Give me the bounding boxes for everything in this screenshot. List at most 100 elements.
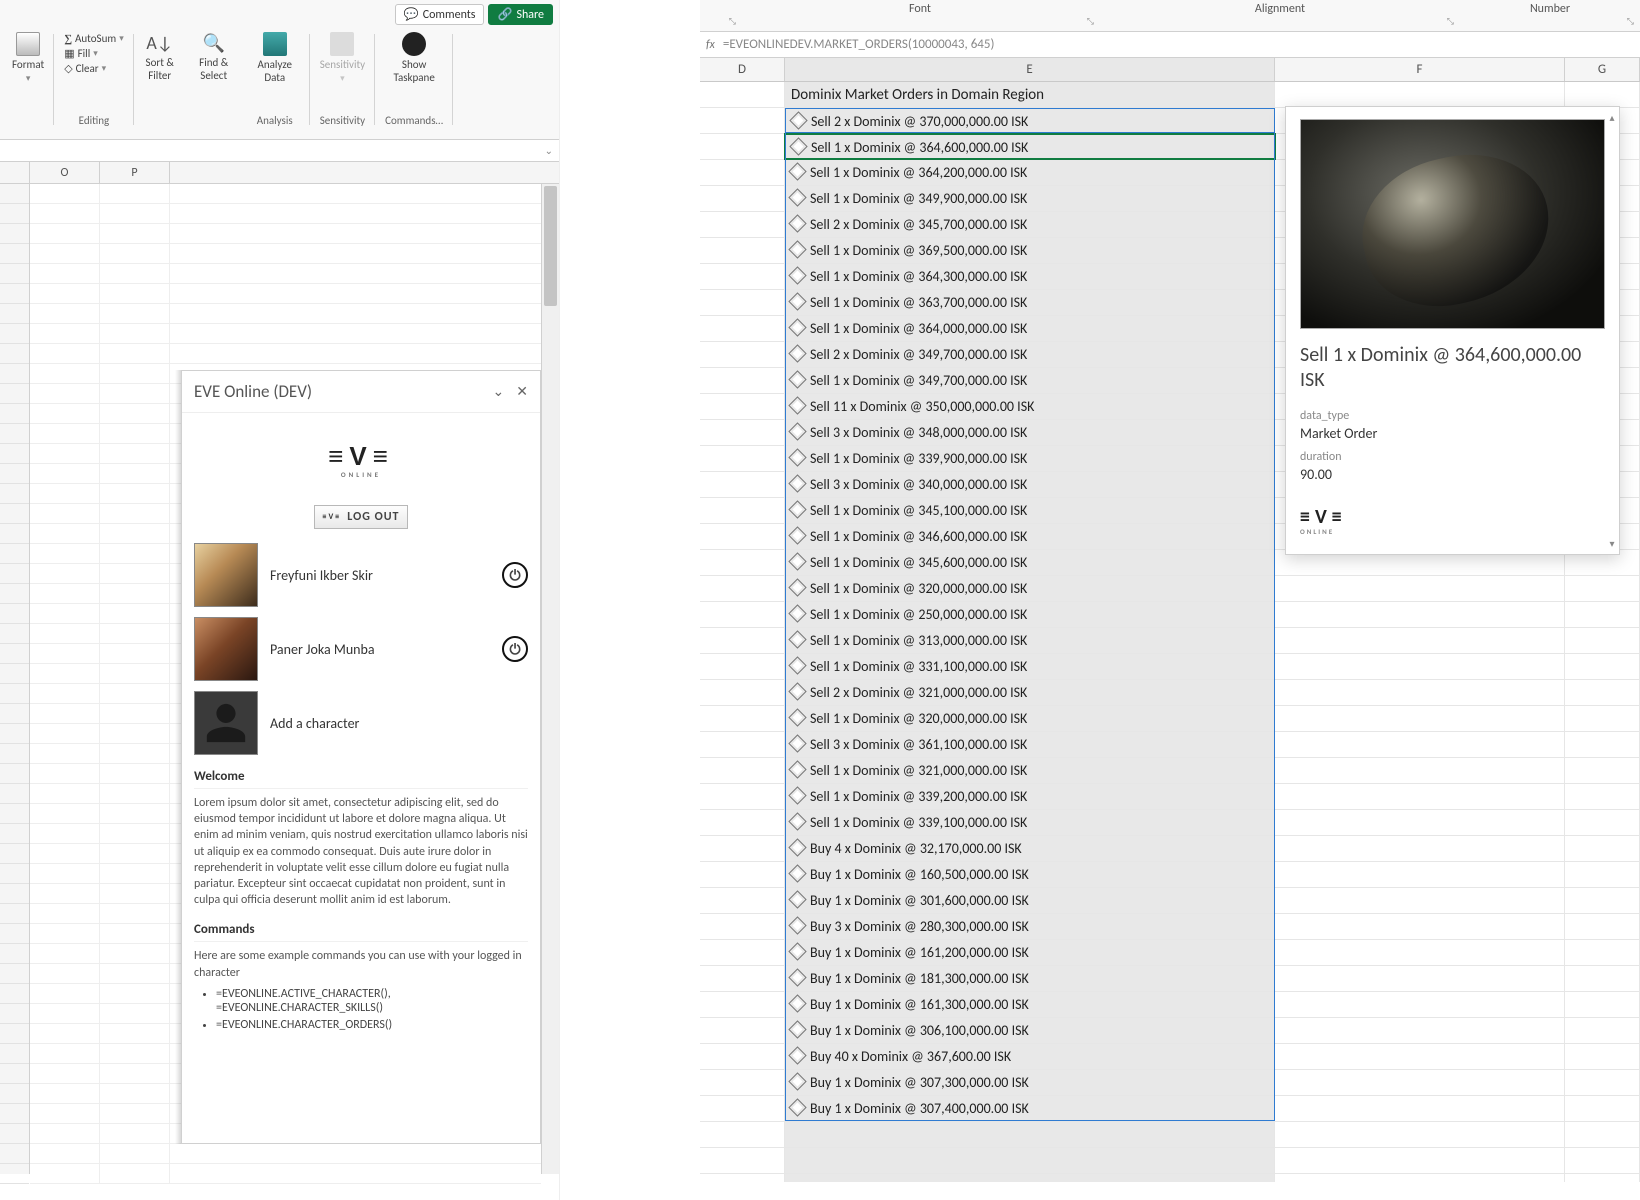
col-header[interactable]: P [100, 162, 170, 183]
comments-button[interactable]: 💬Comments [395, 4, 485, 25]
order-cell[interactable]: Sell 1 x Dominix @ 349,900,000.00 ISK [785, 186, 1275, 211]
col-header[interactable]: D [700, 58, 785, 81]
linked-data-icon [788, 162, 806, 180]
order-cell[interactable]: Sell 3 x Dominix @ 361,100,000.00 ISK [785, 732, 1275, 757]
order-cell[interactable]: Buy 1 x Dominix @ 301,600,000.00 ISK [785, 888, 1275, 913]
linked-data-icon [788, 1020, 806, 1038]
vertical-scrollbar[interactable] [541, 184, 559, 1174]
power-icon[interactable]: ⏻ [502, 636, 528, 662]
power-icon[interactable]: ⏻ [502, 562, 528, 588]
order-cell[interactable]: Sell 3 x Dominix @ 348,000,000.00 ISK [785, 420, 1275, 445]
ribbon-group-alignment[interactable]: Alignment [1100, 0, 1460, 31]
ribbon-left: 💬Comments 🔗Share Format▾ ∑ AutoSum ▾ ▦ F… [0, 0, 559, 140]
eve-logo: ≡V≡ONLINE [194, 441, 528, 479]
linked-data-icon [788, 604, 806, 622]
order-cell[interactable] [785, 1148, 1275, 1173]
analyze-data-button[interactable]: Analyze Data [250, 32, 300, 84]
autosum-button[interactable]: ∑ AutoSum ▾ [64, 32, 124, 45]
order-cell[interactable]: Sell 1 x Dominix @ 369,500,000.00 ISK [785, 238, 1275, 263]
expand-formula-icon[interactable]: ⌄ [545, 144, 553, 157]
order-cell[interactable]: Buy 1 x Dominix @ 181,300,000.00 ISK [785, 966, 1275, 991]
ribbon-group-number[interactable]: Number [1460, 0, 1640, 31]
order-cell[interactable]: Sell 1 x Dominix @ 339,900,000.00 ISK [785, 446, 1275, 471]
scroll-thumb[interactable] [544, 186, 557, 306]
character-row[interactable]: Paner Joka Munba ⏻ [194, 617, 528, 681]
order-cell[interactable]: Buy 3 x Dominix @ 280,300,000.00 ISK [785, 914, 1275, 939]
order-cell[interactable]: Sell 1 x Dominix @ 346,600,000.00 ISK [785, 524, 1275, 549]
order-cell[interactable]: Sell 1 x Dominix @ 349,700,000.00 ISK [785, 368, 1275, 393]
order-cell[interactable]: Sell 1 x Dominix @ 364,600,000.00 ISK [785, 134, 1275, 159]
order-cell[interactable]: Sell 1 x Dominix @ 345,100,000.00 ISK [785, 498, 1275, 523]
commands-text: Here are some example commands you can u… [194, 948, 528, 980]
linked-data-icon [788, 370, 806, 388]
order-cell[interactable]: Sell 1 x Dominix @ 321,000,000.00 ISK [785, 758, 1275, 783]
col-header[interactable]: F [1275, 58, 1565, 81]
sensitivity-button[interactable]: Sensitivity▾ [320, 32, 365, 84]
format-button[interactable]: Format▾ [12, 32, 44, 84]
linked-data-icon [788, 630, 806, 648]
order-cell[interactable]: Buy 4 x Dominix @ 32,170,000.00 ISK [785, 836, 1275, 861]
order-cell[interactable] [785, 1174, 1275, 1182]
order-cell[interactable]: Sell 3 x Dominix @ 340,000,000.00 ISK [785, 472, 1275, 497]
logout-button[interactable]: ≡V≡LOG OUT [314, 505, 409, 529]
linked-data-icon [788, 214, 806, 232]
chevron-down-icon[interactable]: ⌄ [493, 383, 505, 400]
col-header[interactable]: G [1565, 58, 1640, 81]
order-cell[interactable]: Sell 2 x Dominix @ 349,700,000.00 ISK [785, 342, 1275, 367]
formula-bar-left[interactable]: ⌄ [0, 140, 559, 162]
order-cell[interactable]: Buy 1 x Dominix @ 161,300,000.00 ISK [785, 992, 1275, 1017]
add-character-row[interactable]: Add a character [194, 691, 528, 755]
col-header[interactable]: E [785, 58, 1275, 81]
share-button[interactable]: 🔗Share [488, 4, 553, 25]
order-cell[interactable]: Buy 1 x Dominix @ 306,100,000.00 ISK [785, 1018, 1275, 1043]
comment-icon: 💬 [404, 7, 419, 22]
command-item: =EVEONLINE.ACTIVE_CHARACTER(), =EVEONLIN… [216, 987, 528, 1015]
order-cell[interactable]: Sell 1 x Dominix @ 250,000,000.00 ISK [785, 602, 1275, 627]
order-cell[interactable]: Sell 1 x Dominix @ 320,000,000.00 ISK [785, 706, 1275, 731]
order-cell[interactable]: Buy 1 x Dominix @ 307,400,000.00 ISK [785, 1096, 1275, 1121]
card-field-label: duration [1300, 450, 1605, 464]
linked-data-icon [788, 838, 806, 856]
close-icon[interactable]: ✕ [516, 383, 528, 400]
order-cell[interactable]: Buy 40 x Dominix @ 367,600.00 ISK [785, 1044, 1275, 1069]
linked-data-icon [788, 422, 806, 440]
ribbon-group-font[interactable]: Font [740, 0, 1100, 31]
order-cell[interactable]: Sell 1 x Dominix @ 320,000,000.00 ISK [785, 576, 1275, 601]
avatar [194, 617, 258, 681]
order-cell[interactable] [785, 1122, 1275, 1147]
order-cell[interactable]: Sell 1 x Dominix @ 339,100,000.00 ISK [785, 810, 1275, 835]
order-cell[interactable]: Sell 2 x Dominix @ 321,000,000.00 ISK [785, 680, 1275, 705]
order-cell[interactable]: Sell 2 x Dominix @ 370,000,000.00 ISK [785, 108, 1275, 133]
character-row[interactable]: Freyfuni Ikber Skir ⏻ [194, 543, 528, 607]
order-cell[interactable]: Sell 1 x Dominix @ 363,700,000.00 ISK [785, 290, 1275, 315]
order-cell[interactable]: Buy 1 x Dominix @ 160,500,000.00 ISK [785, 862, 1275, 887]
fill-button[interactable]: ▦ Fill ▾ [64, 47, 124, 60]
order-cell[interactable]: Sell 1 x Dominix @ 331,100,000.00 ISK [785, 654, 1275, 679]
column-headers-right: D E F G [700, 58, 1640, 82]
col-header[interactable]: O [30, 162, 100, 183]
fx-label: fx [706, 38, 715, 52]
order-cell[interactable]: Sell 1 x Dominix @ 345,600,000.00 ISK [785, 550, 1275, 575]
command-item: =EVEONLINE.CHARACTER_ORDERS() [216, 1018, 528, 1032]
commands-heading: Commands [194, 922, 528, 937]
welcome-heading: Welcome [194, 769, 528, 784]
order-cell[interactable]: Sell 1 x Dominix @ 364,200,000.00 ISK [785, 160, 1275, 185]
order-cell[interactable]: Dominix Market Orders in Domain Region [785, 82, 1275, 107]
linked-data-icon [788, 786, 806, 804]
clear-button[interactable]: ◇ Clear ▾ [64, 62, 124, 75]
card-scrollbar[interactable]: ▴▾ [1607, 111, 1617, 550]
order-cell[interactable]: Sell 1 x Dominix @ 339,200,000.00 ISK [785, 784, 1275, 809]
order-cell[interactable]: Buy 1 x Dominix @ 307,300,000.00 ISK [785, 1070, 1275, 1095]
formula-bar[interactable]: fx =EVEONLINEDEV.MARKET_ORDERS(10000043,… [700, 32, 1640, 58]
order-cell[interactable]: Sell 1 x Dominix @ 364,300,000.00 ISK [785, 264, 1275, 289]
find-select-button[interactable]: 🔍Find & Select [192, 32, 236, 127]
sort-filter-button[interactable]: A↓Sort & Filter [138, 32, 182, 127]
order-cell[interactable]: Sell 1 x Dominix @ 313,000,000.00 ISK [785, 628, 1275, 653]
order-cell[interactable]: Buy 1 x Dominix @ 161,200,000.00 ISK [785, 940, 1275, 965]
data-type-card: ▴▾ Sell 1 x Dominix @ 364,600,000.00 ISK… [1285, 106, 1620, 555]
order-cell[interactable]: Sell 1 x Dominix @ 364,000,000.00 ISK [785, 316, 1275, 341]
show-taskpane-button[interactable]: Show Taskpane [386, 32, 442, 84]
order-cell[interactable]: Sell 2 x Dominix @ 345,700,000.00 ISK [785, 212, 1275, 237]
share-icon: 🔗 [497, 7, 512, 22]
order-cell[interactable]: Sell 11 x Dominix @ 350,000,000.00 ISK [785, 394, 1275, 419]
